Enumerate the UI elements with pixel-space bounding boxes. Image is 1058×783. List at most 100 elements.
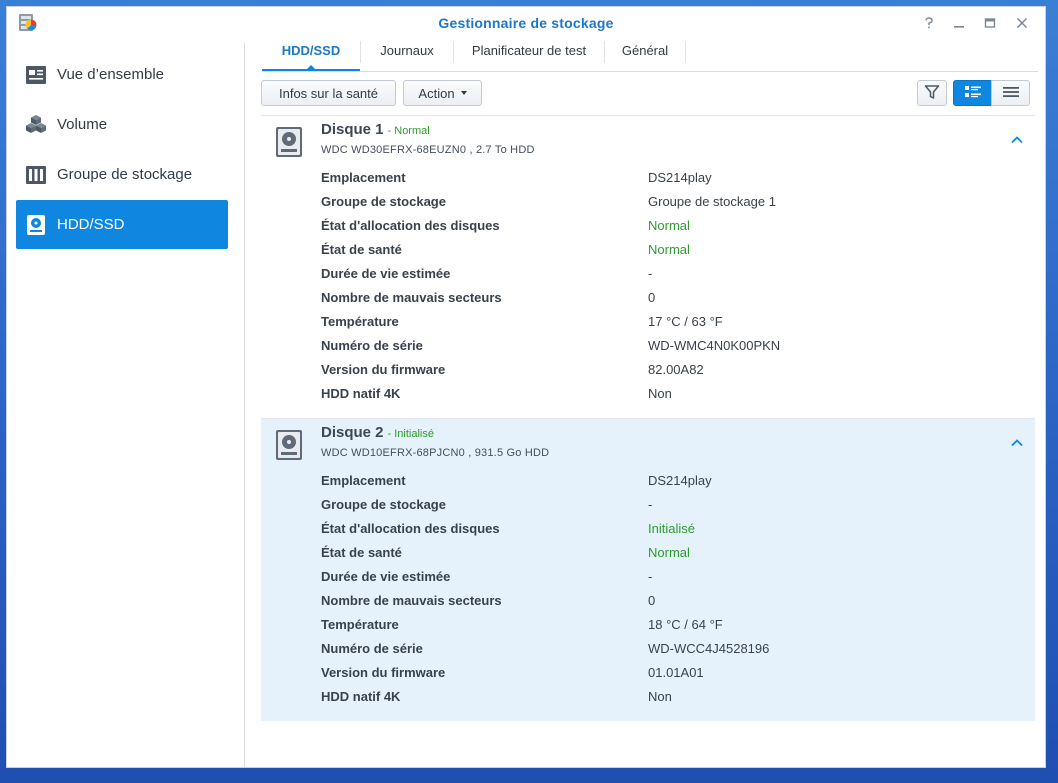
volume-icon [24, 113, 48, 137]
field-label: Température [321, 617, 399, 632]
field-row: HDD natif 4K Non [321, 382, 1021, 406]
field-row: Numéro de série WD-WMC4N0K00PKN [321, 334, 1021, 358]
detail-view-icon [964, 85, 982, 102]
field-value: - [648, 569, 653, 584]
field-row: État d'allocation des disques Normal [321, 214, 1021, 238]
field-row: Nombre de mauvais secteurs 0 [321, 589, 1021, 613]
disk-name: Disque 1 [321, 121, 384, 138]
disk-model: WDC WD10EFRX-68PJCN0 , 931.5 Go HDD [321, 447, 550, 459]
field-label: Température [321, 314, 399, 329]
tab-test-scheduler[interactable]: Planificateur de test [454, 39, 604, 71]
chevron-up-icon[interactable] [1009, 132, 1025, 148]
field-row: État de santé Normal [321, 238, 1021, 262]
window-title: Gestionnaire de stockage [438, 15, 614, 31]
field-label: État d'allocation des disques [321, 218, 500, 233]
field-row: Température 18 °C / 64 °F [321, 613, 1021, 637]
field-label: Nombre de mauvais secteurs [321, 593, 502, 608]
health-info-label: Infos sur la santé [279, 85, 378, 101]
field-value: 82.00A82 [648, 362, 704, 377]
field-value: Non [648, 386, 672, 401]
field-value: Normal [648, 545, 690, 560]
field-label: Groupe de stockage [321, 194, 446, 209]
sidebar-item-hdd-ssd[interactable]: HDD/SSD [16, 200, 228, 249]
minimize-icon[interactable] [949, 13, 969, 33]
disk-model: WDC WD30EFRX-68EUZN0 , 2.7 To HDD [321, 144, 535, 156]
tab-divider [685, 41, 686, 63]
field-row: Groupe de stockage Groupe de stockage 1 [321, 190, 1021, 214]
disk-status: - Initialisé [387, 428, 434, 440]
field-label: État de santé [321, 242, 402, 257]
sidebar-item-overview[interactable]: Vue d’ensemble [16, 50, 228, 99]
field-value: - [648, 266, 653, 281]
tab-bar: HDD/SSD Journaux Planificateur de test G… [262, 39, 1038, 72]
hdd-icon [275, 126, 303, 158]
field-label: État de santé [321, 545, 402, 560]
caret-down-icon [460, 91, 467, 95]
filter-icon [924, 84, 940, 103]
list-view-button[interactable] [991, 80, 1030, 106]
disk-panel-2[interactable]: Disque 2- Initialisé WDC WD10EFRX-68PJCN… [261, 418, 1035, 721]
field-value: DS214play [648, 473, 712, 488]
field-label: Numéro de série [321, 338, 423, 353]
help-icon[interactable] [919, 13, 939, 33]
hdd-icon [24, 213, 48, 237]
disk-status: - Normal [387, 125, 430, 137]
title-bar[interactable]: Gestionnaire de stockage [7, 7, 1045, 39]
tab-label: Général [621, 43, 669, 58]
desktop-taskbar [0, 769, 1058, 783]
field-value: 0 [648, 290, 656, 305]
action-label: Action [418, 85, 455, 101]
action-dropdown-button[interactable]: Action [403, 80, 482, 106]
field-label: Version du firmware [321, 362, 446, 377]
field-row: Nombre de mauvais secteurs 0 [321, 286, 1021, 310]
field-value: Normal [648, 218, 690, 233]
sidebar: Vue d’ensemble Volume Groupe de stockage [7, 43, 245, 767]
field-row: Groupe de stockage - [321, 493, 1021, 517]
field-label: Nombre de mauvais secteurs [321, 290, 502, 305]
tab-active-caret [306, 65, 316, 70]
tab-logs[interactable]: Journaux [361, 39, 453, 71]
field-row: HDD natif 4K Non [321, 685, 1021, 709]
field-value: 01.01A01 [648, 665, 704, 680]
field-row: Version du firmware 01.01A01 [321, 661, 1021, 685]
field-value: 17 °C / 63 °F [648, 314, 723, 329]
field-row: Emplacement DS214play [321, 469, 1021, 493]
tab-general[interactable]: Général [605, 39, 685, 71]
health-info-button[interactable]: Infos sur la santé [261, 80, 396, 106]
field-row: Durée de vie estimée - [321, 565, 1021, 589]
field-label: Emplacement [321, 170, 406, 185]
tab-hdd-ssd[interactable]: HDD/SSD [262, 39, 360, 71]
field-label: Version du firmware [321, 665, 446, 680]
field-value: - [648, 497, 653, 512]
overview-icon [24, 63, 48, 87]
maximize-icon[interactable] [980, 13, 1000, 33]
field-label: Groupe de stockage [321, 497, 446, 512]
storage-manager-window: Gestionnaire de stockage Vue d’ensemble [6, 6, 1046, 768]
close-icon[interactable] [1012, 13, 1032, 33]
field-row: Durée de vie estimée - [321, 262, 1021, 286]
field-label: HDD natif 4K [321, 689, 401, 704]
chevron-up-icon[interactable] [1009, 435, 1025, 451]
field-label: Numéro de série [321, 641, 423, 656]
list-view-icon [1002, 86, 1019, 101]
disk-name: Disque 2 [321, 424, 384, 441]
sidebar-item-label: Vue d’ensemble [57, 66, 165, 83]
field-label: Durée de vie estimée [321, 266, 451, 281]
field-value: DS214play [648, 170, 712, 185]
detail-view-button[interactable] [953, 80, 992, 106]
field-label: Emplacement [321, 473, 406, 488]
sidebar-item-volume[interactable]: Volume [16, 100, 228, 149]
field-row: Version du firmware 82.00A82 [321, 358, 1021, 382]
filter-button[interactable] [917, 80, 947, 106]
disk-panel-1[interactable]: Disque 1- Normal WDC WD30EFRX-68EUZN0 , … [261, 115, 1035, 418]
field-row: Température 17 °C / 63 °F [321, 310, 1021, 334]
sidebar-item-label: Volume [57, 116, 108, 133]
field-label: État d'allocation des disques [321, 521, 500, 536]
field-value: 18 °C / 64 °F [648, 617, 723, 632]
field-value: 0 [648, 593, 656, 608]
tab-label: Planificateur de test [471, 43, 587, 58]
field-label: HDD natif 4K [321, 386, 401, 401]
tab-label: Journaux [380, 43, 434, 58]
field-value: WD-WMC4N0K00PKN [648, 338, 781, 353]
sidebar-item-storage-pool[interactable]: Groupe de stockage [16, 150, 228, 199]
